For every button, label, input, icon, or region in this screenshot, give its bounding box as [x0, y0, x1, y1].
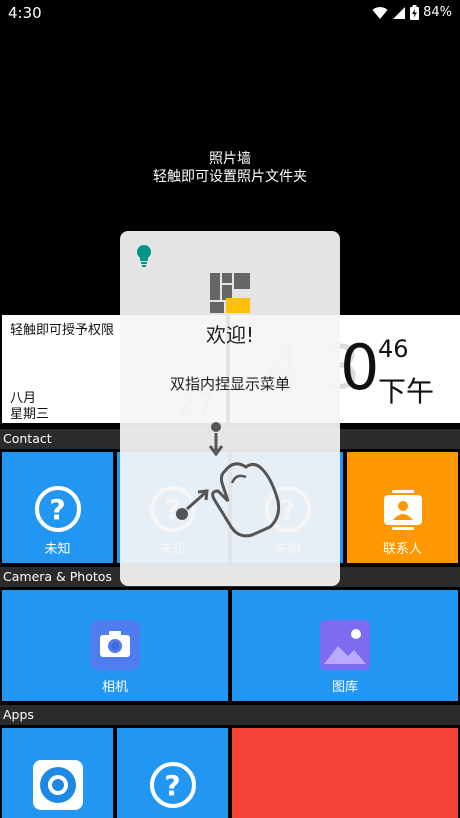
contact-tile-1[interactable]: ? 未知	[2, 452, 113, 563]
app-logo-icon	[210, 273, 250, 313]
section-header-apps: Apps	[0, 705, 460, 725]
pinch-gesture-icon	[176, 422, 281, 538]
welcome-title: 欢迎!	[205, 323, 255, 347]
clock-ampm: 下午	[378, 375, 435, 408]
tile-label: 未知	[44, 542, 71, 557]
clock-superscript: 46	[378, 335, 409, 363]
clock-minute-digit: 0	[340, 331, 380, 404]
app-tile-1[interactable]	[2, 728, 113, 818]
welcome-overlay[interactable]: 欢迎! 双指内捏显示菜单	[120, 231, 340, 586]
app-circle-icon	[32, 760, 83, 810]
contacts-icon	[383, 490, 422, 530]
question-icon: ?	[149, 762, 196, 808]
question-icon: ?	[34, 486, 81, 532]
status-time: 4:30	[8, 4, 42, 22]
calendar-weekday: 星期三	[10, 407, 50, 422]
signal-icon	[393, 6, 406, 19]
tile-label: 联系人	[382, 542, 422, 557]
tile-label: 图库	[331, 680, 358, 695]
lightbulb-icon	[137, 245, 151, 267]
photo-wall-subtitle: 轻触即可设置照片文件夹	[153, 169, 307, 185]
status-bar: 4:30 84%	[0, 0, 460, 26]
status-icons: 84%	[372, 5, 452, 20]
photo-wall-tile[interactable]: 照片墙 轻触即可设置照片文件夹	[0, 150, 460, 186]
calendar-permission-text: 轻触即可授予权限	[10, 323, 115, 338]
contacts-app-tile[interactable]: 联系人	[347, 452, 458, 563]
camera-tile[interactable]: 相机	[2, 590, 228, 701]
battery-percent: 84%	[423, 5, 452, 20]
gallery-icon	[320, 620, 370, 670]
battery-icon	[410, 5, 420, 20]
app-tile-2[interactable]: ?	[117, 728, 228, 818]
camera-icon	[90, 620, 140, 670]
pinch-instruction: 双指内捏显示菜单	[169, 375, 290, 393]
gallery-tile[interactable]: 图库	[232, 590, 458, 701]
wifi-icon	[372, 6, 388, 19]
app-tile-3[interactable]	[232, 728, 458, 818]
tile-label: 相机	[101, 680, 128, 695]
photo-wall-title: 照片墙	[209, 151, 251, 167]
